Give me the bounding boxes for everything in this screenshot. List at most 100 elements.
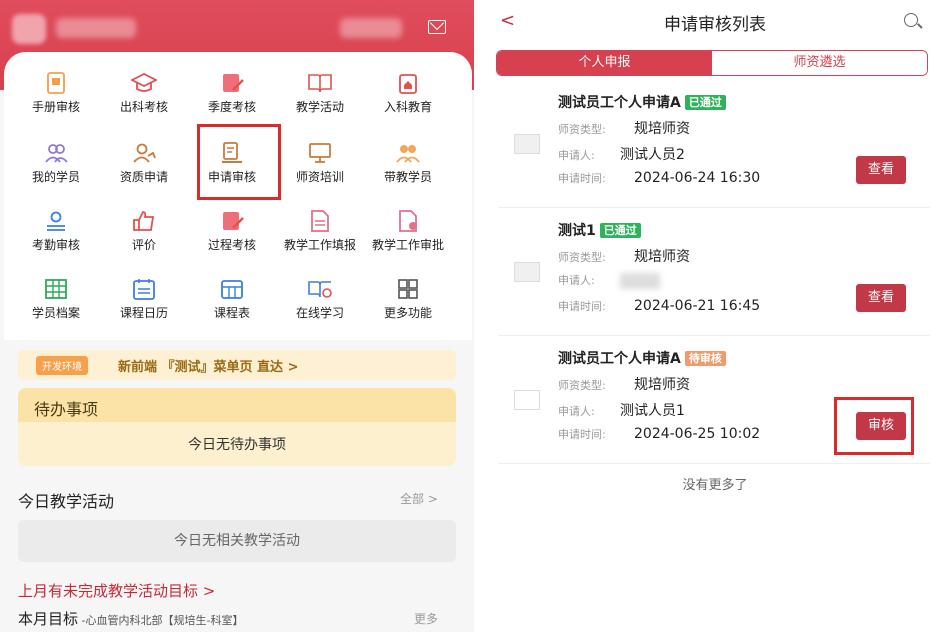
time-value: 2024-06-21 16:45 bbox=[634, 298, 761, 314]
tab-switch: 个人申报 师资遴选 bbox=[496, 50, 928, 76]
time-label: 申请时间: bbox=[558, 300, 606, 313]
menu-label: 出科考核 bbox=[119, 100, 168, 114]
record-time: 申请时间: 2024-06-24 16:30 bbox=[558, 170, 760, 186]
avatar[interactable] bbox=[12, 14, 46, 44]
menu-label: 入科教育 bbox=[383, 100, 432, 114]
menu-label: 评价 bbox=[131, 238, 156, 252]
type-value: 规培师资 bbox=[634, 249, 690, 265]
time-label: 申请时间: bbox=[558, 172, 606, 185]
menu-dept-education[interactable]: 入科教育 bbox=[364, 72, 452, 114]
menu-label: 手册审核 bbox=[31, 100, 80, 114]
board-icon bbox=[309, 143, 331, 163]
record-applicant: 申请人: bbox=[558, 272, 660, 289]
search-icon[interactable] bbox=[904, 13, 918, 27]
menu-my-students[interactable]: 我的学员 bbox=[12, 142, 100, 184]
thumbs-up-icon bbox=[133, 211, 155, 231]
book-icon bbox=[308, 74, 332, 93]
user-qualify-icon bbox=[133, 143, 156, 163]
quarterly-edit-icon bbox=[223, 74, 244, 92]
record-type: 师资类型: 规培师资 bbox=[558, 374, 690, 394]
menu-label: 季度考核 bbox=[207, 100, 256, 114]
menu-label: 教学工作审批 bbox=[371, 238, 444, 252]
applicant-value: 测试人员1 bbox=[620, 403, 685, 419]
applicant-label: 申请人: bbox=[558, 405, 595, 418]
menu-dept-exam[interactable]: 出科考核 bbox=[100, 72, 188, 114]
menu-label: 考勤审核 bbox=[31, 238, 80, 252]
menu-teacher-training[interactable]: 师资培训 bbox=[276, 142, 364, 184]
menu-handbook-review[interactable]: 手册审核 bbox=[12, 72, 100, 114]
time-value: 2024-06-25 10:02 bbox=[634, 426, 761, 442]
status-badge: 已通过 bbox=[684, 95, 726, 110]
tab-personal-apply[interactable]: 个人申报 bbox=[497, 51, 712, 75]
list-item: 测试1 已通过 师资类型: 规培师资 申请人: 申请时间: 2024-06-21 16… bbox=[498, 212, 930, 336]
menu-label: 课程日历 bbox=[119, 306, 168, 320]
house-icon bbox=[399, 74, 417, 94]
record-title: 测试1 bbox=[558, 223, 596, 239]
menu-more-functions[interactable]: 更多功能 bbox=[364, 278, 452, 320]
type-label: 师资类型: bbox=[558, 251, 606, 264]
role-redacted bbox=[340, 18, 402, 38]
mail-icon[interactable] bbox=[428, 20, 446, 34]
list-end-text: 没有更多了 bbox=[682, 478, 748, 493]
record-applicant: 申请人: 测试人员1 bbox=[558, 400, 685, 420]
team-icon bbox=[396, 145, 420, 163]
review-list-screen: < 申请审核列表 个人申报 师资遴选 测试员工个人申请A 已通过 师资类型: 规培师… bbox=[484, 0, 946, 632]
menu-label: 课程表 bbox=[213, 306, 250, 320]
todo-card: 待办事项 今日无待办事项 bbox=[18, 388, 456, 466]
menu-label: 教学活动 bbox=[295, 100, 344, 114]
menu-label: 更多功能 bbox=[383, 306, 432, 320]
dev-env-banner[interactable]: 开发环境 新前端 『测试』菜单页 直达 > bbox=[18, 350, 456, 380]
record-checkbox[interactable] bbox=[514, 262, 540, 282]
report-doc-icon bbox=[311, 210, 329, 232]
status-badge: 已通过 bbox=[599, 223, 641, 238]
status-badge: 待审核 bbox=[684, 351, 726, 366]
menu-course-calendar[interactable]: 课程日历 bbox=[100, 278, 188, 320]
menu-teaching-approval[interactable]: 教学工作审批 bbox=[364, 210, 452, 252]
menu-student-archive[interactable]: 学员档案 bbox=[12, 278, 100, 320]
record-checkbox[interactable] bbox=[514, 134, 540, 154]
menu-online-learning[interactable]: 在线学习 bbox=[276, 278, 364, 320]
menu-quarterly-exam[interactable]: 季度考核 bbox=[188, 72, 276, 114]
menu-process-exam[interactable]: 过程考核 bbox=[188, 210, 276, 252]
type-label: 师资类型: bbox=[558, 123, 606, 136]
menu-qualification[interactable]: 资质申请 bbox=[100, 142, 188, 184]
dev-env-link[interactable]: 新前端 『测试』菜单页 直达 > bbox=[118, 356, 298, 375]
type-label: 师资类型: bbox=[558, 379, 606, 392]
menu-teaching-activity[interactable]: 教学活动 bbox=[276, 72, 364, 114]
target-title: 本月目标 bbox=[18, 610, 79, 628]
record-title: 测试员工个人申请A bbox=[558, 95, 681, 111]
todo-empty-text: 今日无待办事项 bbox=[188, 437, 286, 453]
page-title: 申请审核列表 bbox=[664, 15, 766, 35]
record-applicant: 申请人: 测试人员2 bbox=[558, 144, 685, 164]
record-checkbox[interactable] bbox=[514, 390, 540, 410]
unfinished-goals-link[interactable]: 上月有未完成教学活动目标 > bbox=[18, 580, 215, 601]
time-label: 申请时间: bbox=[558, 428, 606, 441]
tab-teacher-selection[interactable]: 师资遴选 bbox=[712, 51, 927, 75]
activity-empty-text: 今日无相关教学活动 bbox=[18, 520, 456, 562]
view-button[interactable]: 查看 bbox=[856, 156, 906, 184]
activity-all-link[interactable]: 全部 > bbox=[400, 490, 438, 507]
menu-attendance-review[interactable]: 考勤审核 bbox=[12, 210, 100, 252]
menu-teaching-report[interactable]: 教学工作填报 bbox=[276, 210, 364, 252]
menu-timetable[interactable]: 课程表 bbox=[188, 278, 276, 320]
record-title: 测试员工个人申请A bbox=[558, 351, 681, 367]
menu-label: 教学工作填报 bbox=[283, 238, 356, 252]
menu-mentor-students[interactable]: 带教学员 bbox=[364, 142, 452, 184]
list-item: 测试员工个人申请A 已通过 师资类型: 规培师资 申请人: 测试人员2 申请时间: 20… bbox=[498, 84, 930, 208]
user-name-redacted bbox=[56, 18, 136, 38]
menu-evaluation[interactable]: 评价 bbox=[100, 210, 188, 252]
monthly-target: 本月目标 -心血管内科北部【规培生-科室】 bbox=[18, 608, 243, 629]
record-name: 测试员工个人申请A 待审核 bbox=[558, 348, 726, 368]
applicant-redacted bbox=[620, 272, 660, 289]
target-dept: -心血管内科北部【规培生-科室】 bbox=[78, 614, 244, 627]
menu-label: 我的学员 bbox=[31, 170, 80, 184]
menu-label: 在线学习 bbox=[295, 306, 344, 320]
applicant-label: 申请人: bbox=[558, 149, 595, 162]
todo-title: 待办事项 bbox=[18, 388, 456, 422]
dev-env-tag: 开发环境 bbox=[36, 356, 88, 375]
grid-table-icon bbox=[45, 279, 67, 299]
time-value: 2024-06-24 16:30 bbox=[634, 170, 761, 186]
view-button[interactable]: 查看 bbox=[856, 284, 906, 312]
target-more-link[interactable]: 更多 bbox=[414, 610, 438, 627]
applicant-label: 申请人: bbox=[558, 274, 595, 287]
